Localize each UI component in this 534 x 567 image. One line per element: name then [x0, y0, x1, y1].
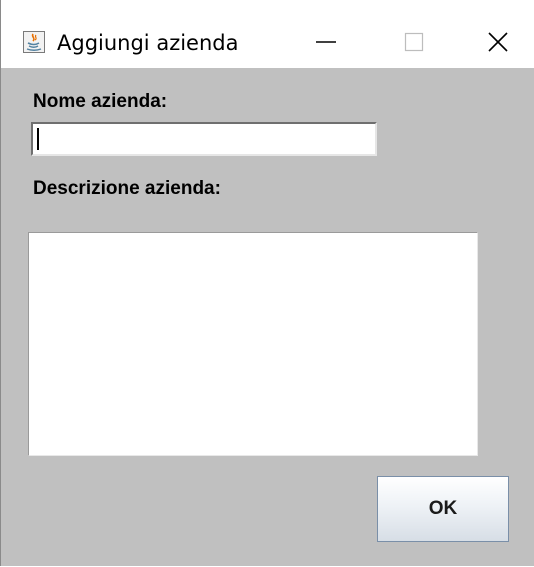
dialog-window: Aggiungi azienda Nome azienda: Descrizio… [0, 0, 534, 566]
title-bar[interactable]: Aggiungi azienda [1, 0, 534, 68]
company-name-input[interactable] [31, 122, 377, 156]
maximize-icon [403, 31, 425, 58]
ok-button[interactable]: OK [377, 476, 509, 542]
close-button[interactable] [463, 21, 533, 67]
maximize-button[interactable] [379, 21, 449, 67]
company-description-textarea[interactable] [28, 232, 478, 456]
text-caret [37, 128, 39, 150]
minimize-button[interactable] [291, 21, 361, 67]
dialog-content: Nome azienda: Descrizione azienda: OK [1, 68, 534, 566]
minimize-icon [315, 31, 337, 58]
java-icon [23, 31, 45, 53]
window-title: Aggiungi azienda [57, 31, 239, 55]
company-description-label: Descrizione azienda: [33, 178, 221, 199]
company-name-label: Nome azienda: [33, 91, 168, 112]
close-icon [487, 31, 509, 58]
